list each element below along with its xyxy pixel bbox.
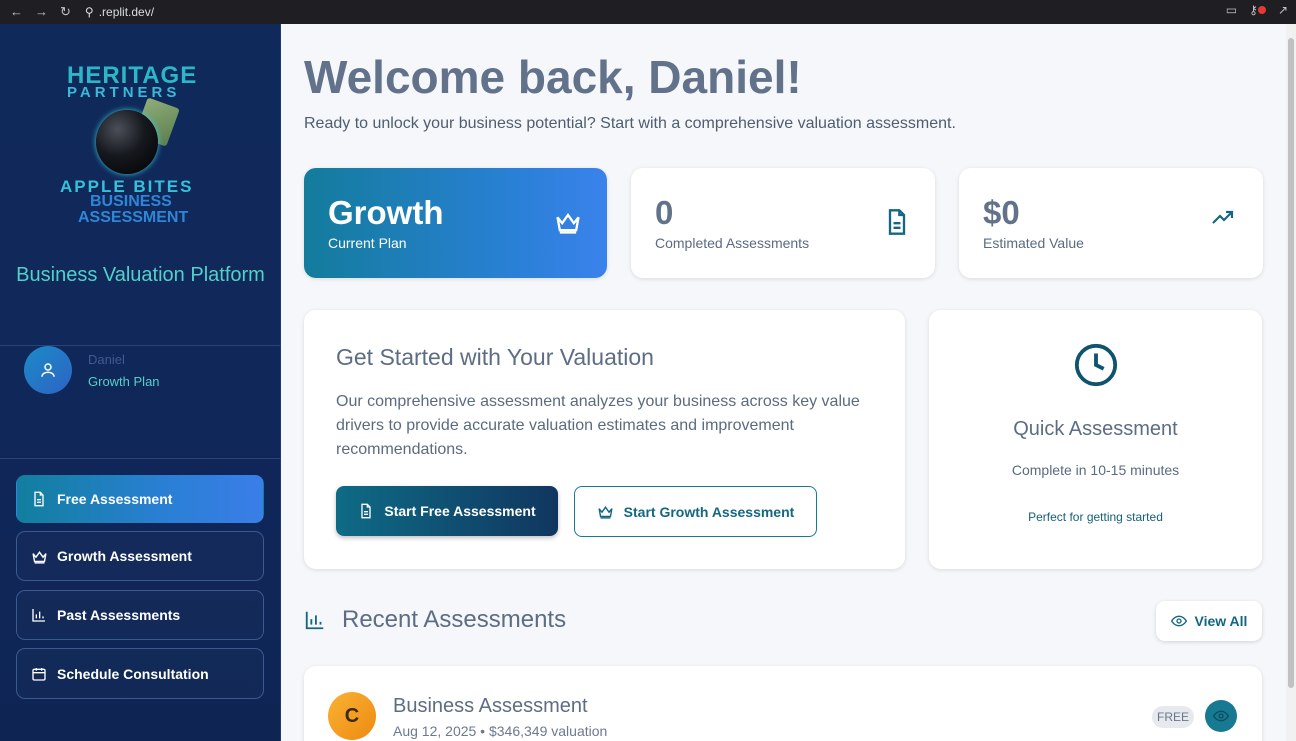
estimated-label: Estimated Value — [983, 235, 1084, 251]
sidebar-item-label: Growth Assessment — [57, 548, 192, 564]
start-growth-assessment-button[interactable]: Start Growth Assessment — [574, 486, 817, 537]
assessment-avatar: C — [328, 692, 376, 740]
open-external-icon[interactable]: ↗ — [1278, 3, 1288, 17]
bar-chart-icon — [305, 611, 324, 630]
crown-icon — [30, 547, 48, 565]
site-info-icon[interactable]: ⚲ — [85, 5, 94, 19]
clock-icon — [1073, 342, 1119, 393]
avatar — [24, 346, 72, 394]
platform-title: Business Valuation Platform — [16, 264, 265, 286]
document-icon — [30, 490, 48, 508]
apple-icon — [96, 110, 158, 174]
recent-assessments-title: Recent Assessments — [342, 606, 567, 633]
completed-count: 0 — [655, 194, 674, 231]
user-icon — [41, 363, 55, 377]
plan-label: Current Plan — [328, 235, 407, 251]
document-icon — [883, 206, 911, 243]
quick-assessment-duration: Complete in 10-15 minutes — [1011, 462, 1180, 478]
back-icon[interactable]: ← — [10, 4, 23, 20]
completed-label: Completed Assessments — [655, 235, 810, 251]
sidebar-item-past-assessments[interactable]: Past Assessments — [16, 590, 264, 640]
status-badge: FREE — [1152, 706, 1194, 728]
list-item[interactable]: C Business Assessment Aug 12, 2025 • $34… — [304, 666, 1262, 741]
button-label: Start Growth Assessment — [623, 503, 795, 520]
plan-value: Growth — [328, 194, 444, 231]
completed-assessments-card: 0 Completed Assessments — [631, 168, 935, 278]
quick-assessment-title: Quick Assessment — [1013, 418, 1178, 440]
calendar-icon — [30, 665, 48, 683]
start-free-assessment-button[interactable]: Start Free Assessment — [336, 486, 558, 536]
view-assessment-button[interactable] — [1205, 700, 1237, 732]
quick-assessment-note: Perfect for getting started — [1028, 510, 1163, 524]
get-started-card: Get Started with Your Valuation Our comp… — [304, 310, 905, 569]
url-text: .replit.dev/ — [98, 5, 155, 19]
view-all-label: View All — [1194, 613, 1248, 629]
browser-toolbar: ← → ↻ ⚲ .replit.dev/ ▭ ⚷ ↗ — [0, 0, 1296, 24]
page-scrollbar[interactable] — [1286, 24, 1296, 741]
page-title: Welcome back, Daniel! — [304, 51, 802, 103]
sidebar-item-free-assessment[interactable]: Free Assessment — [16, 475, 264, 523]
notification-badge — [1257, 6, 1266, 14]
reload-icon[interactable]: ↻ — [60, 4, 71, 20]
user-name: Daniel — [88, 351, 125, 367]
eye-icon — [1170, 615, 1187, 627]
recent-assessments-header: Recent Assessments — [304, 606, 566, 634]
page-subtitle: Ready to unlock your business potential?… — [304, 115, 956, 132]
crown-icon — [553, 208, 583, 241]
sidebar-divider — [0, 458, 281, 459]
eye-icon — [1213, 710, 1229, 722]
trending-up-icon — [1207, 206, 1239, 235]
logo-text-partners: PARTNERS — [67, 84, 181, 101]
estimated-value: $0 — [983, 194, 1020, 231]
view-all-button[interactable]: View All — [1156, 601, 1262, 641]
sidebar-item-label: Schedule Consultation — [57, 665, 209, 682]
sidebar-item-growth-assessment[interactable]: Growth Assessment — [16, 531, 264, 581]
get-started-description: Our comprehensive assessment analyzes yo… — [336, 393, 860, 458]
address-bar[interactable]: ⚲ .replit.dev/ — [85, 5, 154, 19]
quick-assessment-card: Quick Assessment Complete in 10-15 minut… — [929, 310, 1262, 569]
heritage-partners-logo[interactable]: HERITAGE PARTNERS APPLE BITES BUSINESS A… — [60, 62, 220, 227]
extensions-icon[interactable]: ⚷ — [1249, 3, 1266, 17]
crown-icon — [598, 506, 613, 519]
user-profile[interactable]: Daniel Growth Plan — [24, 346, 160, 394]
logo-text-assessment: ASSESSMENT — [78, 209, 189, 226]
devices-icon[interactable]: ▭ — [1226, 3, 1237, 17]
sidebar: HERITAGE PARTNERS APPLE BITES BUSINESS A… — [0, 24, 281, 741]
forward-icon[interactable]: → — [35, 4, 48, 20]
current-plan-card: Growth Current Plan — [304, 168, 607, 278]
main-content: Welcome back, Daniel! Ready to unlock yo… — [281, 24, 1286, 741]
assessment-title: Business Assessment — [393, 695, 588, 717]
button-label: Start Free Assessment — [384, 503, 536, 519]
scrollbar-thumb[interactable] — [1288, 38, 1294, 688]
sidebar-item-label: Past Assessments — [57, 607, 181, 623]
sidebar-item-schedule-consultation[interactable]: Schedule Consultation — [16, 648, 264, 699]
estimated-value-card: $0 Estimated Value — [959, 168, 1263, 278]
sidebar-item-label: Free Assessment — [57, 491, 173, 507]
user-plan: Growth Plan — [88, 373, 160, 389]
get-started-title: Get Started with Your Valuation — [336, 344, 654, 370]
bar-chart-icon — [30, 606, 48, 624]
assessment-subtitle: Aug 12, 2025 • $346,349 valuation — [393, 723, 608, 739]
document-icon — [361, 503, 372, 519]
